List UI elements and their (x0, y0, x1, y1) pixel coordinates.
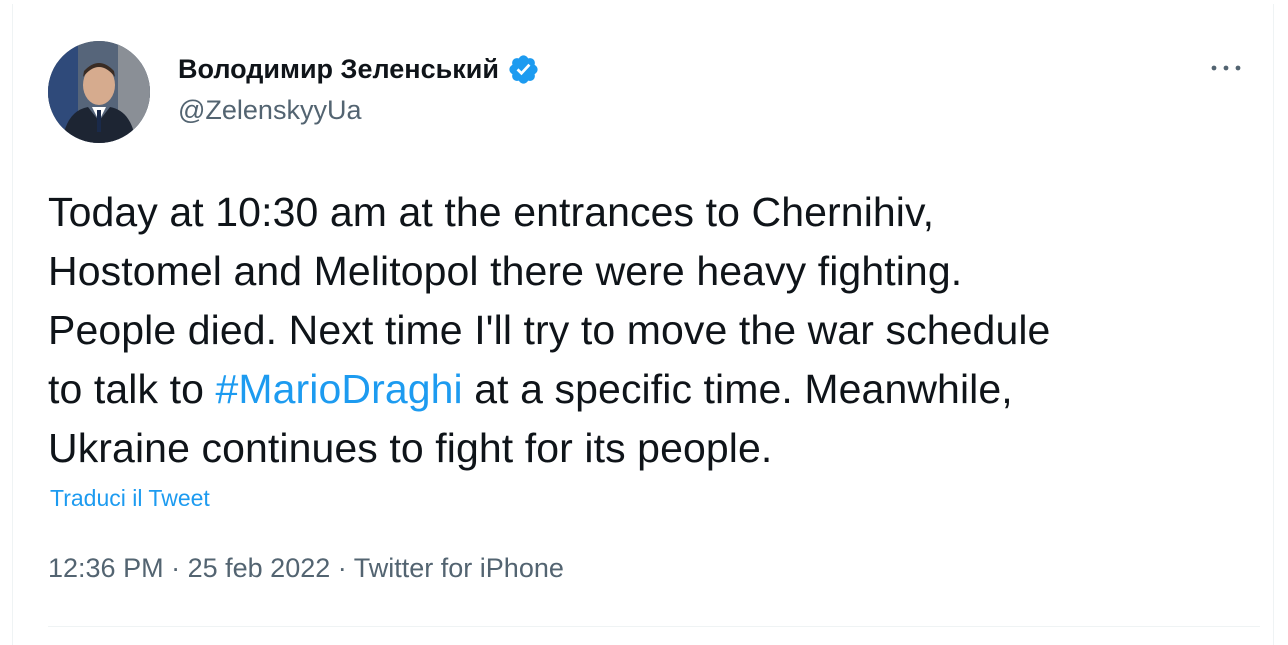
author-handle[interactable]: @ZelenskyyUa (178, 95, 361, 126)
tweet-time[interactable]: 12:36 PM (48, 553, 164, 583)
avatar-photo (48, 41, 150, 143)
verified-badge-icon (509, 55, 538, 84)
meta-separator: · (171, 553, 181, 583)
tweet-date[interactable]: 25 feb 2022 (188, 553, 331, 583)
author-display-name-row[interactable]: Володимир Зеленський (178, 53, 540, 86)
divider (48, 626, 1260, 627)
tweet-line: People died. Next time I'll try to move … (48, 307, 1051, 353)
tweet-line: Ukraine continues to fight for its peopl… (48, 425, 773, 471)
hashtag-link[interactable]: #MarioDraghi (215, 366, 462, 412)
tweet-line: Hostomel and Melitopol there were heavy … (48, 248, 963, 294)
tweet-meta: 12:36 PM · 25 feb 2022 · Twitter for iPh… (48, 553, 564, 584)
author-display-name[interactable]: Володимир Зеленський (178, 54, 499, 85)
tweet-line: Today at 10:30 am at the entrances to Ch… (48, 189, 935, 235)
meta-separator: · (337, 553, 347, 583)
more-options-icon[interactable] (1206, 56, 1246, 80)
tweet-line: to talk to #MarioDraghi at a specific ti… (48, 366, 1013, 412)
avatar[interactable] (48, 41, 150, 143)
translate-tweet-link[interactable]: Traduci il Tweet (50, 485, 210, 512)
tweet-source[interactable]: Twitter for iPhone (354, 553, 564, 583)
tweet-text: Today at 10:30 am at the entrances to Ch… (48, 183, 1258, 478)
